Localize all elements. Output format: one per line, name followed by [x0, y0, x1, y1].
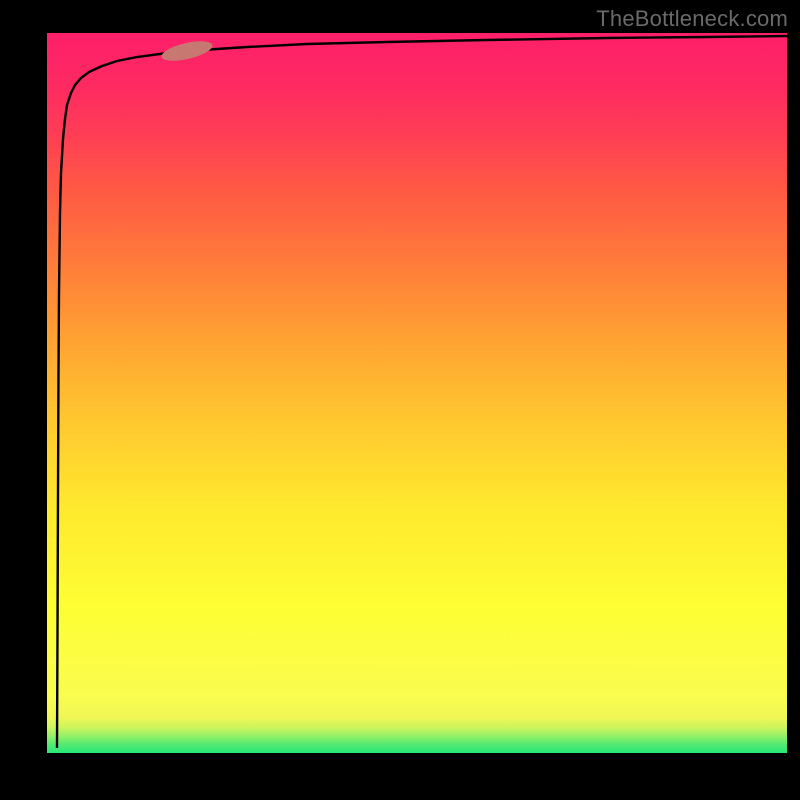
- watermark-text: TheBottleneck.com: [596, 6, 788, 32]
- highlight-marker: [160, 37, 214, 64]
- performance-curve: [57, 36, 787, 748]
- curve-layer: [47, 33, 787, 753]
- plot-area: [47, 33, 787, 753]
